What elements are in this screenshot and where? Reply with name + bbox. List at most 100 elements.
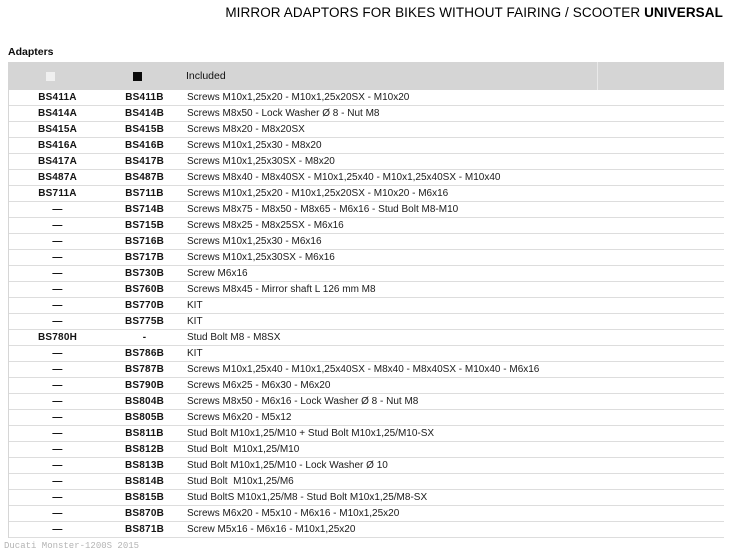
part-number-b: BS715B bbox=[106, 220, 183, 231]
included-parts: Screw M6x16 bbox=[183, 268, 724, 279]
white-square-icon bbox=[46, 72, 55, 81]
part-number-a: BS780H bbox=[9, 332, 106, 343]
part-number-a: — bbox=[9, 252, 106, 263]
part-number-b: BS870B bbox=[106, 508, 183, 519]
table-row: — BS717B Screws M10x1,25x30SX - M6x16 bbox=[9, 250, 724, 266]
included-parts: Screws M8x25 - M8x25SX - M6x16 bbox=[183, 220, 724, 231]
part-number-b: BS487B bbox=[106, 172, 183, 183]
included-column-header: Included bbox=[182, 70, 724, 82]
part-number-b: BS775B bbox=[106, 316, 183, 327]
adapters-table: Included BS411A BS411B Screws M10x1,25x2… bbox=[8, 62, 724, 538]
table-row: — BS812B Stud Bolt M10x1,25/M10 bbox=[9, 442, 724, 458]
included-parts: Screws M10x1,25x20 - M10x1,25x20SX - M10… bbox=[183, 188, 724, 199]
table-row: BS411A BS411B Screws M10x1,25x20 - M10x1… bbox=[9, 90, 724, 106]
watermark-text: Ducati Monster-1200S 2015 bbox=[4, 541, 139, 551]
part-number-b: BS760B bbox=[106, 284, 183, 295]
table-header-row: Included bbox=[8, 62, 724, 90]
table-row: — BS814B Stud Bolt M10x1,25/M6 bbox=[9, 474, 724, 490]
included-parts: Screws M8x20 - M8x20SX bbox=[183, 124, 724, 135]
table-row: — BS787B Screws M10x1,25x40 - M10x1,25x4… bbox=[9, 362, 724, 378]
table-row: BS417A BS417B Screws M10x1,25x30SX - M8x… bbox=[9, 154, 724, 170]
part-number-a: — bbox=[9, 444, 106, 455]
part-number-b: BS786B bbox=[106, 348, 183, 359]
adapters-section-label: Adapters bbox=[8, 46, 54, 58]
included-parts: Stud Bolt M10x1,25/M6 bbox=[183, 476, 724, 487]
part-number-b: BS416B bbox=[106, 140, 183, 151]
included-parts: Screws M10x1,25x30SX - M6x16 bbox=[183, 252, 724, 263]
column-b-header bbox=[105, 72, 182, 81]
included-parts: Screws M6x20 - M5x12 bbox=[183, 412, 724, 423]
part-number-b: BS730B bbox=[106, 268, 183, 279]
table-row: — BS730B Screw M6x16 bbox=[9, 266, 724, 282]
part-number-a: — bbox=[9, 524, 106, 535]
included-parts: KIT bbox=[183, 300, 724, 311]
part-number-a: — bbox=[9, 364, 106, 375]
part-number-b: BS716B bbox=[106, 236, 183, 247]
included-parts: Stud Bolt M10x1,25/M10 bbox=[183, 444, 724, 455]
table-row: — BS775B KIT bbox=[9, 314, 724, 330]
part-number-b: BS411B bbox=[106, 92, 183, 103]
page-title-emphasis: UNIVERSAL bbox=[644, 5, 723, 20]
part-number-b: BS815B bbox=[106, 492, 183, 503]
part-number-a: BS487A bbox=[9, 172, 106, 183]
part-number-b: BS714B bbox=[106, 204, 183, 215]
column-a-header bbox=[8, 72, 105, 81]
part-number-a: — bbox=[9, 428, 106, 439]
page-title-main: MIRROR ADAPTORS FOR BIKES WITHOUT FAIRIN… bbox=[225, 5, 640, 20]
included-parts: KIT bbox=[183, 316, 724, 327]
part-number-a: — bbox=[9, 316, 106, 327]
table-row: — BS804B Screws M8x50 - M6x16 - Lock Was… bbox=[9, 394, 724, 410]
table-row: — BS715B Screws M8x25 - M8x25SX - M6x16 bbox=[9, 218, 724, 234]
included-parts: KIT bbox=[183, 348, 724, 359]
part-number-a: — bbox=[9, 492, 106, 503]
table-row: BS416A BS416B Screws M10x1,25x30 - M8x20 bbox=[9, 138, 724, 154]
part-number-b: BS711B bbox=[106, 188, 183, 199]
page-title: MIRROR ADAPTORS FOR BIKES WITHOUT FAIRIN… bbox=[225, 5, 723, 20]
part-number-b: - bbox=[106, 332, 183, 343]
included-parts: Screws M8x40 - M8x40SX - M10x1,25x40 - M… bbox=[183, 172, 724, 183]
part-number-a: — bbox=[9, 508, 106, 519]
part-number-a: BS416A bbox=[9, 140, 106, 151]
included-parts: Screws M10x1,25x30 - M8x20 bbox=[183, 140, 724, 151]
part-number-a: — bbox=[9, 300, 106, 311]
table-row: — BS790B Screws M6x25 - M6x30 - M6x20 bbox=[9, 378, 724, 394]
table-row: — BS813B Stud Bolt M10x1,25/M10 - Lock W… bbox=[9, 458, 724, 474]
table-row: — BS760B Screws M8x45 - Mirror shaft L 1… bbox=[9, 282, 724, 298]
part-number-b: BS812B bbox=[106, 444, 183, 455]
part-number-b: BS415B bbox=[106, 124, 183, 135]
part-number-b: BS871B bbox=[106, 524, 183, 535]
part-number-b: BS787B bbox=[106, 364, 183, 375]
part-number-a: BS417A bbox=[9, 156, 106, 167]
included-parts: Screws M8x45 - Mirror shaft L 126 mm M8 bbox=[183, 284, 724, 295]
part-number-a: BS711A bbox=[9, 188, 106, 199]
included-parts: Screw M5x16 - M6x16 - M10x1,25x20 bbox=[183, 524, 724, 535]
part-number-a: BS415A bbox=[9, 124, 106, 135]
part-number-b: BS717B bbox=[106, 252, 183, 263]
included-parts: Stud Bolt M10x1,25/M10 - Lock Washer Ø 1… bbox=[183, 460, 724, 471]
part-number-b: BS790B bbox=[106, 380, 183, 391]
table-row: — BS815B Stud BoltS M10x1,25/M8 - Stud B… bbox=[9, 490, 724, 506]
part-number-b: BS813B bbox=[106, 460, 183, 471]
part-number-a: — bbox=[9, 236, 106, 247]
part-number-a: — bbox=[9, 460, 106, 471]
part-number-a: — bbox=[9, 268, 106, 279]
table-row: BS415A BS415B Screws M8x20 - M8x20SX bbox=[9, 122, 724, 138]
part-number-a: — bbox=[9, 476, 106, 487]
part-number-a: BS411A bbox=[9, 92, 106, 103]
part-number-b: BS811B bbox=[106, 428, 183, 439]
table-body: BS411A BS411B Screws M10x1,25x20 - M10x1… bbox=[8, 90, 724, 538]
included-parts: Screws M8x50 - M6x16 - Lock Washer Ø 8 -… bbox=[183, 396, 724, 407]
part-number-b: BS804B bbox=[106, 396, 183, 407]
table-row: — BS871B Screw M5x16 - M6x16 - M10x1,25x… bbox=[9, 522, 724, 538]
included-parts: Screws M10x1,25x30 - M6x16 bbox=[183, 236, 724, 247]
included-parts: Screws M10x1,25x20 - M10x1,25x20SX - M10… bbox=[183, 92, 724, 103]
table-row: BS780H - Stud Bolt M8 - M8SX bbox=[9, 330, 724, 346]
table-row: — BS805B Screws M6x20 - M5x12 bbox=[9, 410, 724, 426]
black-square-icon bbox=[133, 72, 142, 81]
part-number-a: BS414A bbox=[9, 108, 106, 119]
table-row: — BS714B Screws M8x75 - M8x50 - M8x65 - … bbox=[9, 202, 724, 218]
part-number-b: BS814B bbox=[106, 476, 183, 487]
table-row: — BS786B KIT bbox=[9, 346, 724, 362]
table-row: BS711A BS711B Screws M10x1,25x20 - M10x1… bbox=[9, 186, 724, 202]
part-number-a: — bbox=[9, 284, 106, 295]
